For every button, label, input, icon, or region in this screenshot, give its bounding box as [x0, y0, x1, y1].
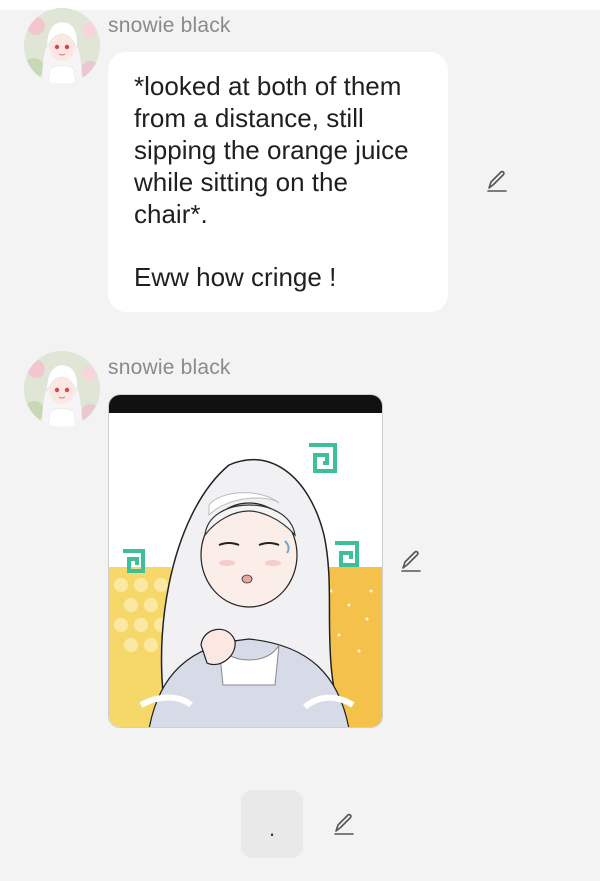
message-line: chair*.	[134, 199, 208, 229]
message-line: *looked at both of them	[134, 71, 402, 101]
avatar-image	[24, 8, 100, 84]
image-message[interactable]	[108, 394, 383, 728]
sender-name: snowie black	[108, 14, 231, 37]
avatar-image	[24, 351, 100, 427]
message-text: .	[268, 816, 276, 841]
message-line: while sitting on the	[134, 167, 348, 197]
anime-girl-image	[109, 395, 382, 727]
pencil-edit-icon[interactable]	[484, 168, 510, 194]
avatar[interactable]	[24, 351, 100, 427]
top-strip	[0, 0, 600, 10]
pending-message-bubble[interactable]: .	[241, 790, 303, 858]
avatar[interactable]	[24, 8, 100, 84]
message-bubble[interactable]: *looked at both of them from a distance,…	[108, 52, 448, 312]
pencil-edit-icon[interactable]	[398, 548, 424, 574]
message-line: from a distance, still	[134, 103, 364, 133]
pencil-edit-icon[interactable]	[331, 811, 357, 837]
sender-name: snowie black	[108, 356, 231, 379]
message-line: sipping the orange juice	[134, 135, 409, 165]
message-line: Eww how cringe !	[134, 262, 337, 292]
